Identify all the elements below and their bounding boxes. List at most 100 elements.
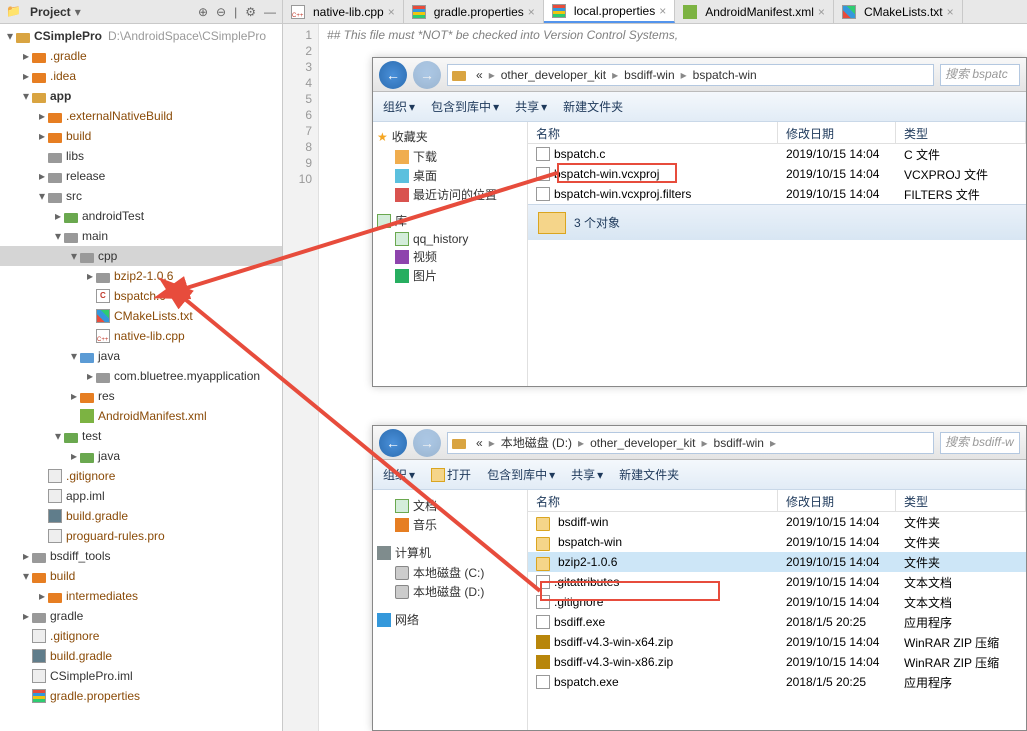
col-date[interactable]: 修改日期	[778, 122, 896, 143]
tree-toggle[interactable]: ▸	[68, 389, 80, 403]
tab-cmake[interactable]: CMakeLists.txt×	[834, 0, 963, 23]
file-row[interactable]: .gitignore2019/10/15 14:04文本文档	[528, 592, 1026, 612]
nav-desktop[interactable]: 桌面	[377, 166, 523, 185]
file-row[interactable]: bsdiff-v4.3-win-x86.zip2019/10/15 14:04W…	[528, 652, 1026, 672]
tree-label[interactable]: java	[98, 349, 120, 363]
tab-gradle-props[interactable]: gradle.properties×	[404, 0, 544, 23]
nav-disk-d[interactable]: 本地磁盘 (D:)	[377, 582, 523, 601]
file-row[interactable]: bsdiff-v4.3-win-x64.zip2019/10/15 14:04W…	[528, 632, 1026, 652]
tree-label[interactable]: cpp	[98, 249, 117, 263]
file-row[interactable]: bsdiff-win2019/10/15 14:04文件夹	[528, 512, 1026, 532]
back-button[interactable]: ←	[379, 61, 407, 89]
tree-toggle[interactable]: ▾	[68, 249, 80, 263]
tree-label[interactable]: androidTest	[82, 209, 144, 223]
tree-toggle[interactable]: ▸	[20, 69, 32, 83]
close-icon[interactable]: ×	[818, 5, 825, 19]
file-row[interactable]: bsdiff.exe2018/1/5 20:25应用程序	[528, 612, 1026, 632]
collapse-icon[interactable]: ⊕	[198, 5, 208, 19]
tree-label[interactable]: .externalNativeBuild	[66, 109, 173, 123]
file-row[interactable]: bspatch-win.vcxproj.filters2019/10/15 14…	[528, 184, 1026, 204]
back-button[interactable]: ←	[379, 429, 407, 457]
tree-label[interactable]: build.gradle	[66, 509, 128, 523]
file-row[interactable]: bspatch-win.vcxproj2019/10/15 14:04VCXPR…	[528, 164, 1026, 184]
file-row[interactable]: bspatch-win2019/10/15 14:04文件夹	[528, 532, 1026, 552]
tree-label[interactable]: main	[82, 229, 108, 243]
tree-label[interactable]: release	[66, 169, 105, 183]
tree-label[interactable]: java	[98, 449, 120, 463]
open-menu[interactable]: 打开	[431, 466, 471, 483]
col-type[interactable]: 类型	[896, 490, 1026, 511]
tree-label[interactable]: app.iml	[66, 489, 105, 503]
file-row[interactable]: .gitattributes2019/10/15 14:04文本文档	[528, 572, 1026, 592]
tree-label[interactable]: build.gradle	[50, 649, 112, 663]
newfolder-button[interactable]: 新建文件夹	[563, 98, 623, 115]
tab-manifest[interactable]: AndroidManifest.xml×	[675, 0, 834, 23]
breadcrumb[interactable]: «▸ 本地磁盘 (D:)▸ other_developer_kit▸ bsdif…	[447, 432, 934, 454]
tree-label[interactable]: res	[98, 389, 115, 403]
col-name[interactable]: 名称	[528, 490, 778, 511]
explorer-window-2[interactable]: ← → «▸ 本地磁盘 (D:)▸ other_developer_kit▸ b…	[372, 425, 1027, 731]
close-icon[interactable]: ×	[947, 5, 954, 19]
col-date[interactable]: 修改日期	[778, 490, 896, 511]
share-menu[interactable]: 共享 ▾	[571, 466, 603, 483]
tree-label[interactable]: .gitignore	[50, 629, 99, 643]
tree-label[interactable]: .gradle	[50, 49, 87, 63]
tree-toggle[interactable]: ▾	[20, 89, 32, 103]
tree-toggle[interactable]: ▸	[84, 369, 96, 383]
include-menu[interactable]: 包含到库中 ▾	[431, 98, 499, 115]
tab-local-props[interactable]: local.properties×	[544, 0, 675, 23]
tree-toggle[interactable]: ▸	[68, 449, 80, 463]
tab-native-lib[interactable]: native-lib.cpp×	[283, 0, 404, 23]
nav-music[interactable]: 音乐	[377, 515, 523, 534]
organize-menu[interactable]: 组织 ▾	[383, 466, 415, 483]
tree-label[interactable]: src	[66, 189, 82, 203]
tree-toggle[interactable]: ▾	[36, 189, 48, 203]
file-row[interactable]: bspatch.c2019/10/15 14:04C 文件	[528, 144, 1026, 164]
nav-documents[interactable]: 文档	[377, 496, 523, 515]
col-name[interactable]: 名称	[528, 122, 778, 143]
tree-label[interactable]: libs	[66, 149, 84, 163]
explorer-sidebar[interactable]: 文档 音乐 计算机 本地磁盘 (C:) 本地磁盘 (D:) 网络	[373, 490, 528, 730]
include-menu[interactable]: 包含到库中 ▾	[487, 466, 555, 483]
newfolder-button[interactable]: 新建文件夹	[619, 466, 679, 483]
tree-label[interactable]: intermediates	[66, 589, 138, 603]
tree-toggle[interactable]: ▸	[20, 609, 32, 623]
forward-button[interactable]: →	[413, 429, 441, 457]
tree-toggle[interactable]: ▾	[68, 349, 80, 363]
tree-label[interactable]: bspatch.c	[114, 289, 165, 303]
tree-toggle[interactable]: ▾	[52, 429, 64, 443]
file-row[interactable]: bspatch.exe2018/1/5 20:25应用程序	[528, 672, 1026, 692]
tree-label[interactable]: test	[82, 429, 101, 443]
forward-button[interactable]: →	[413, 61, 441, 89]
tree-toggle[interactable]: ▸	[20, 549, 32, 563]
tree-toggle[interactable]: ▾	[4, 29, 16, 43]
target-icon[interactable]: ⊖	[216, 5, 226, 19]
tree-label[interactable]: native-lib.cpp	[114, 329, 185, 343]
hide-icon[interactable]: —	[264, 5, 276, 19]
tree-label[interactable]: bsdiff_tools	[50, 549, 111, 563]
tree-toggle[interactable]: ▸	[36, 129, 48, 143]
tree-toggle[interactable]: ▸	[36, 589, 48, 603]
tree-toggle[interactable]: ▸	[52, 209, 64, 223]
tree-label[interactable]: .idea	[50, 69, 76, 83]
tree-label[interactable]: app	[50, 89, 71, 103]
tree-label[interactable]: build	[66, 129, 91, 143]
explorer-sidebar[interactable]: ★收藏夹 下载 桌面 最近访问的位置 库 qq_history 视频 图片	[373, 122, 528, 386]
nav-pictures[interactable]: 图片	[377, 266, 523, 285]
nav-disk-c[interactable]: 本地磁盘 (C:)	[377, 563, 523, 582]
breadcrumb[interactable]: «▸ other_developer_kit▸ bsdiff-win▸ bspa…	[447, 64, 934, 86]
nav-recent[interactable]: 最近访问的位置	[377, 185, 523, 204]
nav-video[interactable]: 视频	[377, 247, 523, 266]
organize-menu[interactable]: 组织 ▾	[383, 98, 415, 115]
close-icon[interactable]: ×	[528, 5, 535, 19]
tree-label[interactable]: com.bluetree.myapplication	[114, 369, 260, 383]
gear-icon[interactable]: ⚙	[245, 5, 256, 19]
tree-label[interactable]: gradle	[50, 609, 83, 623]
tree-label[interactable]: build	[50, 569, 75, 583]
tree-label[interactable]: CSimplePro.iml	[50, 669, 133, 683]
tree-label[interactable]: gradle.properties	[50, 689, 140, 703]
tree-toggle[interactable]: ▸	[36, 169, 48, 183]
close-icon[interactable]: ×	[388, 5, 395, 19]
tree-label[interactable]: CSimplePro	[34, 29, 102, 43]
share-menu[interactable]: 共享 ▾	[515, 98, 547, 115]
